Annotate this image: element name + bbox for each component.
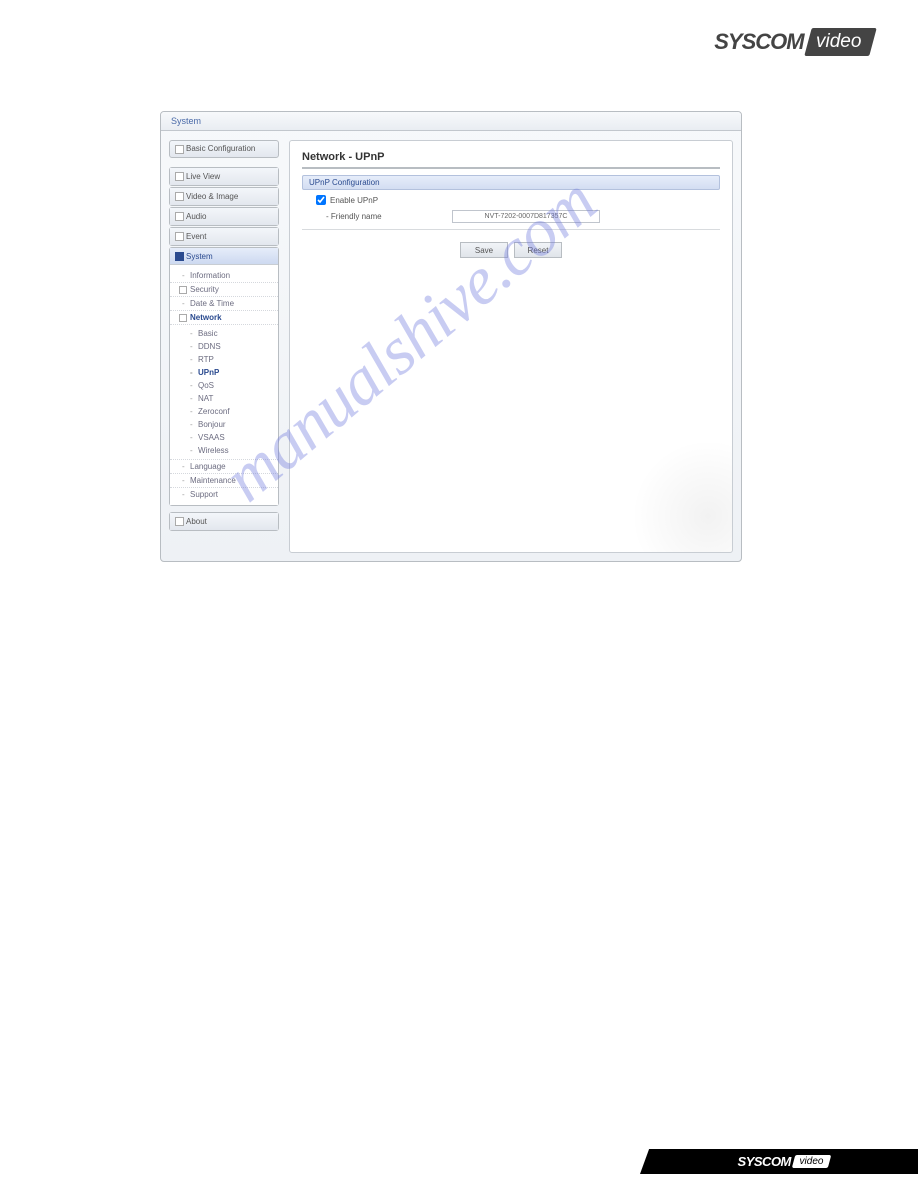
save-button[interactable]: Save <box>460 242 508 258</box>
sidebar-item-live-view[interactable]: Live View <box>170 168 278 185</box>
tree-subitem-bonjour[interactable]: Bonjour <box>170 418 278 431</box>
tree-subitem-vsaas[interactable]: VSAAS <box>170 431 278 444</box>
footer-brand-sub-badge: video <box>792 1155 831 1168</box>
app-window: System Basic Configuration Live View Vid… <box>160 111 742 562</box>
sidebar-item-about[interactable]: About <box>170 513 278 530</box>
tree-item-security[interactable]: Security <box>170 283 278 297</box>
footer-brand-name: SYSCOM <box>737 1154 790 1169</box>
brand-logo: SYSCOM video <box>714 28 873 56</box>
sidebar-item-basic-configuration[interactable]: Basic Configuration <box>169 140 279 158</box>
tree-item-language[interactable]: Language <box>170 460 278 474</box>
tree-item-maintenance[interactable]: Maintenance <box>170 474 278 488</box>
friendly-name-row: Friendly name <box>302 208 720 230</box>
tree-subitem-qos[interactable]: QoS <box>170 379 278 392</box>
sidebar-item-video-image[interactable]: Video & Image <box>170 188 278 205</box>
tree-item-datetime[interactable]: Date & Time <box>170 297 278 311</box>
sidebar-accordion: Live View <box>169 167 279 186</box>
button-row: Save Reset <box>302 230 720 258</box>
tree-item-support[interactable]: Support <box>170 488 278 501</box>
background-decoration <box>612 432 732 552</box>
sidebar-tree: Information Security Date & Time Network… <box>170 265 278 505</box>
app-titlebar: System <box>161 112 741 131</box>
sidebar-item-audio[interactable]: Audio <box>170 208 278 225</box>
sidebar: Basic Configuration Live View Video & Im… <box>169 140 279 553</box>
brand-sub-badge: video <box>804 28 877 56</box>
friendly-name-label: Friendly name <box>326 212 452 221</box>
app-title: System <box>171 116 201 126</box>
enable-upnp-checkbox[interactable] <box>316 195 326 205</box>
enable-upnp-label: Enable UPnP <box>330 196 378 205</box>
tree-subitem-upnp[interactable]: UPnP <box>170 366 278 379</box>
tree-subitem-basic[interactable]: Basic <box>170 327 278 340</box>
tree-sub-network: Basic DDNS RTP UPnP QoS NAT Zeroconf Bon… <box>170 325 278 460</box>
tree-item-information[interactable]: Information <box>170 269 278 283</box>
friendly-name-input[interactable] <box>452 210 600 223</box>
page-title: Network - UPnP <box>302 151 720 169</box>
section-header-upnp: UPnP Configuration <box>302 175 720 190</box>
tree-subitem-ddns[interactable]: DDNS <box>170 340 278 353</box>
content-panel: Network - UPnP UPnP Configuration Enable… <box>289 140 733 553</box>
enable-upnp-row: Enable UPnP <box>302 190 720 208</box>
brand-name: SYSCOM <box>714 29 803 55</box>
sidebar-item-system[interactable]: System <box>170 248 278 265</box>
sidebar-item-event[interactable]: Event <box>170 228 278 245</box>
tree-subitem-rtp[interactable]: RTP <box>170 353 278 366</box>
reset-button[interactable]: Reset <box>514 242 562 258</box>
tree-subitem-zeroconf[interactable]: Zeroconf <box>170 405 278 418</box>
tree-item-network[interactable]: Network <box>170 311 278 325</box>
tree-subitem-nat[interactable]: NAT <box>170 392 278 405</box>
tree-subitem-wireless[interactable]: Wireless <box>170 444 278 457</box>
footer-bar: SYSCOM video <box>640 1149 918 1174</box>
